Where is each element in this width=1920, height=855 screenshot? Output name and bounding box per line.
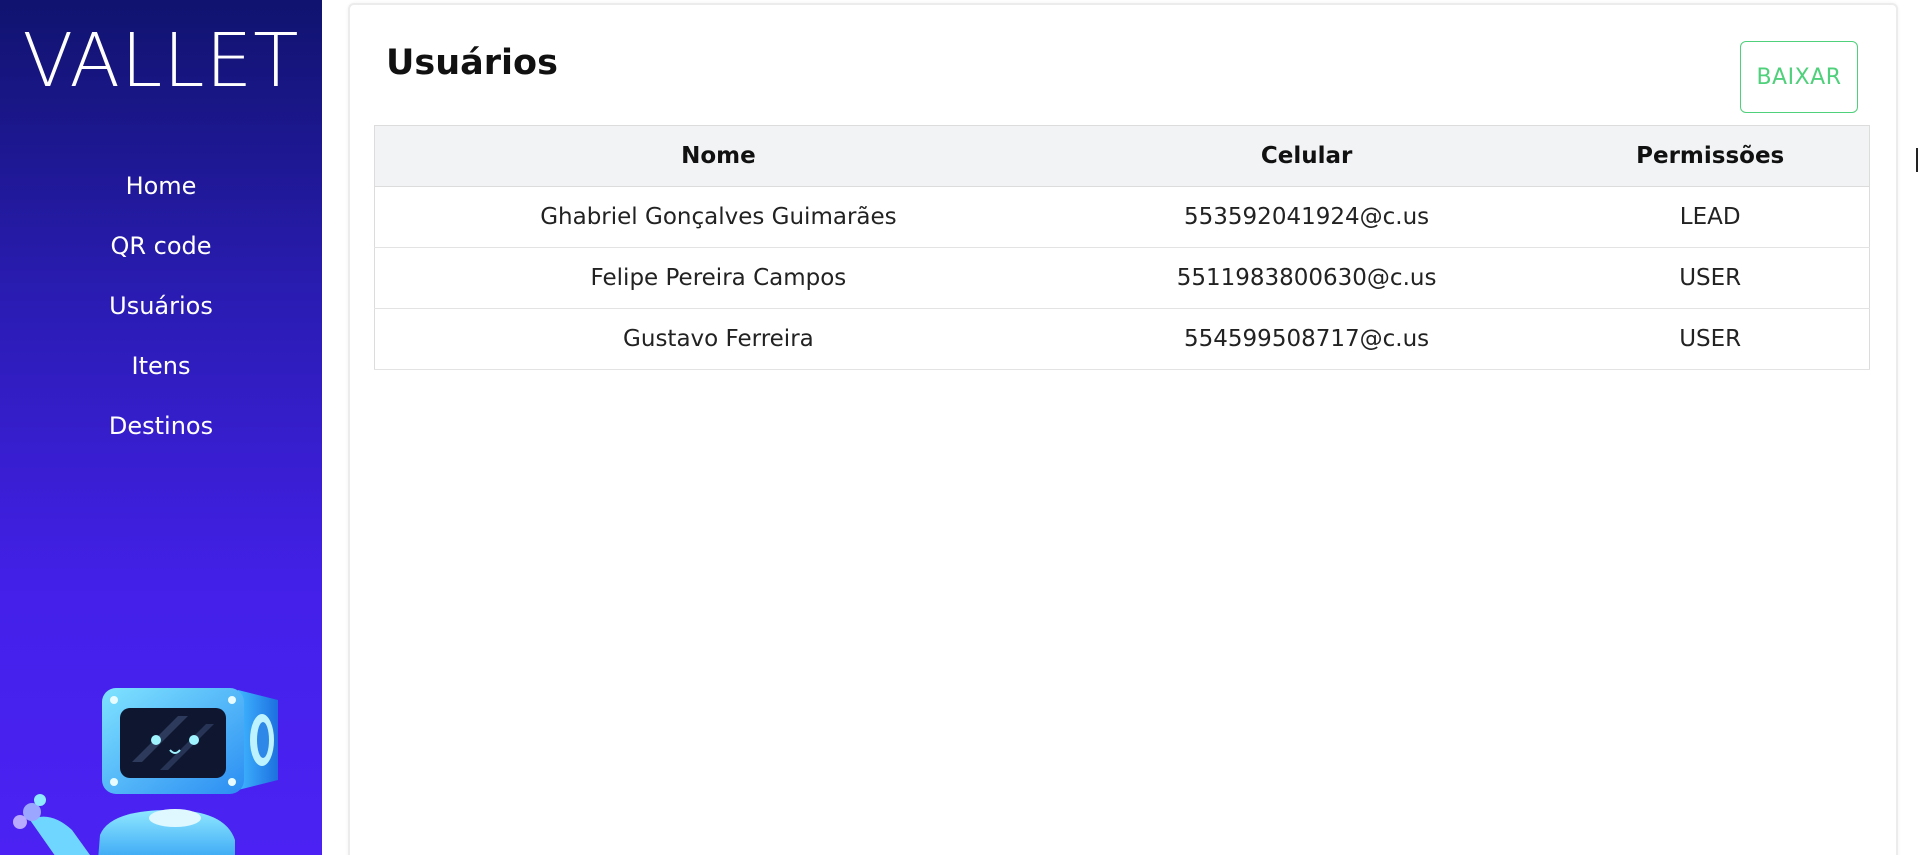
column-header-nome[interactable]: Nome xyxy=(374,125,1062,187)
table-row[interactable]: Gustavo Ferreira 554599508717@c.us USER xyxy=(374,308,1870,370)
table-row[interactable]: Ghabriel Gonçalves Guimarães 55359204192… xyxy=(374,186,1870,248)
cell-permissoes: USER xyxy=(1551,247,1870,309)
table-row[interactable]: Felipe Pereira Campos 5511983800630@c.us… xyxy=(374,247,1870,309)
cell-permissoes: USER xyxy=(1551,308,1870,370)
sidebar-item-usuarios[interactable]: Usuários xyxy=(0,286,322,346)
cell-celular: 553592041924@c.us xyxy=(1061,186,1552,248)
main-content: Usuários BAIXAR Nome Celular Permissões … xyxy=(348,3,1898,855)
cell-nome: Ghabriel Gonçalves Guimarães xyxy=(374,186,1062,248)
column-header-celular[interactable]: Celular xyxy=(1061,125,1552,187)
sidebar-item-label: Home xyxy=(125,172,197,200)
users-table: Nome Celular Permissões Ghabriel Gonçalv… xyxy=(374,125,1870,370)
sidebar-item-itens[interactable]: Itens xyxy=(0,346,322,406)
cell-nome: Felipe Pereira Campos xyxy=(374,247,1062,309)
cell-nome: Gustavo Ferreira xyxy=(374,308,1062,370)
sidebar: VALLET Home QR code Usuários Itens Desti… xyxy=(0,0,322,855)
app-root: VALLET Home QR code Usuários Itens Desti… xyxy=(0,0,1920,855)
cell-celular: 5511983800630@c.us xyxy=(1061,247,1552,309)
cell-permissoes: LEAD xyxy=(1551,186,1870,248)
table-header-row: Nome Celular Permissões xyxy=(374,125,1870,187)
brand-logo[interactable]: VALLET xyxy=(0,18,322,104)
sidebar-item-label: QR code xyxy=(110,232,212,260)
page-title: Usuários xyxy=(386,43,558,83)
cell-celular: 554599508717@c.us xyxy=(1061,308,1552,370)
text-cursor-icon xyxy=(1916,148,1918,172)
sidebar-nav: Home QR code Usuários Itens Destinos xyxy=(0,166,322,466)
sidebar-item-home[interactable]: Home xyxy=(0,166,322,226)
sidebar-item-label: Itens xyxy=(131,352,191,380)
sidebar-item-label: Usuários xyxy=(109,292,213,320)
sidebar-item-qr-code[interactable]: QR code xyxy=(0,226,322,286)
robot-mascot-icon xyxy=(13,688,278,855)
download-button[interactable]: BAIXAR xyxy=(1740,41,1858,113)
sidebar-item-destinos[interactable]: Destinos xyxy=(0,406,322,466)
sidebar-item-label: Destinos xyxy=(108,412,214,440)
column-header-permissoes[interactable]: Permissões xyxy=(1551,125,1870,187)
